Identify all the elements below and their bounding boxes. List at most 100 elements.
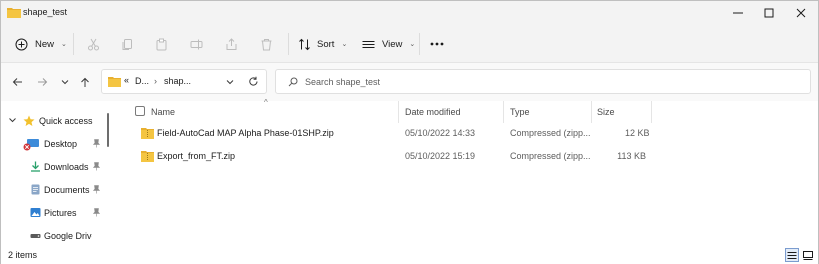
maximize-icon [764, 8, 774, 18]
drive-icon [30, 234, 41, 238]
view-list-icon [362, 40, 375, 48]
sort-button[interactable]: Sort ⌄ [298, 25, 347, 63]
file-row[interactable]: Export_from_FT.zip 05/10/2022 15:19 Comp… [117, 146, 657, 169]
search-icon [288, 77, 298, 87]
sidebar-item-google-drive[interactable]: Google Drive [1, 225, 105, 248]
sidebar-item-label: Quick access [39, 116, 93, 126]
address-segment-parent[interactable]: D... [135, 76, 149, 86]
new-button[interactable]: New ⌄ [15, 25, 67, 63]
status-bar: 2 items [1, 246, 818, 264]
file-size: 12 KB [625, 128, 650, 138]
chevron-down-icon: ⌄ [341, 41, 348, 48]
sidebar-scrollbar[interactable] [107, 113, 109, 147]
column-header-date[interactable]: Date modified [405, 107, 461, 117]
star-icon [23, 115, 35, 126]
file-row[interactable]: Field-AutoCad MAP Alpha Phase-01SHP.zip … [117, 123, 657, 146]
address-segment-current[interactable]: shap... [164, 76, 191, 86]
address-overflow[interactable]: « [124, 75, 129, 85]
delete-icon [261, 38, 272, 50]
window-title: shape_test [23, 7, 68, 17]
details-view-icon [787, 251, 797, 259]
sidebar-item-label: Documents [44, 185, 90, 195]
column-divider[interactable] [503, 101, 504, 123]
pin-icon[interactable] [93, 162, 100, 171]
item-count: 2 items [8, 250, 38, 260]
sidebar-item-label: Pictures [44, 208, 77, 218]
more-options-button[interactable] [430, 25, 444, 63]
pin-icon[interactable] [93, 185, 100, 194]
plus-circle-icon [15, 38, 28, 50]
divider [288, 33, 289, 55]
rename-icon [190, 39, 203, 49]
zip-folder-icon [141, 151, 154, 162]
download-icon [31, 161, 40, 172]
column-divider[interactable] [591, 101, 592, 123]
chevron-down-icon: ⌄ [409, 41, 416, 48]
divider [419, 33, 420, 55]
breadcrumb-separator-icon: › [154, 76, 157, 86]
document-icon [31, 184, 40, 195]
search-input[interactable]: Search shape_test [305, 77, 380, 87]
refresh-icon[interactable] [248, 76, 259, 87]
sort-icon [299, 38, 310, 50]
column-header-type[interactable]: Type [510, 107, 530, 117]
cut-icon [88, 38, 99, 50]
sidebar-item-downloads[interactable]: Downloads [1, 156, 105, 179]
large-icons-view-icon [803, 250, 813, 260]
column-header-name[interactable]: Name [151, 107, 175, 117]
paste-button[interactable] [155, 25, 168, 63]
file-date: 05/10/2022 15:19 [405, 151, 476, 161]
navigation-pane: Quick access Desktop Downloads Documents… [1, 101, 113, 246]
copy-icon [122, 38, 132, 50]
folder-icon [7, 8, 21, 18]
delete-button[interactable] [260, 25, 273, 63]
column-divider[interactable] [398, 101, 399, 123]
sort-label: Sort [317, 38, 335, 50]
column-divider[interactable] [651, 101, 652, 123]
up-button[interactable] [76, 73, 94, 91]
file-name: Field-AutoCad MAP Alpha Phase-01SHP.zip [157, 128, 334, 138]
sidebar-item-pictures[interactable]: Pictures [1, 202, 105, 225]
view-button[interactable]: View ⌄ [362, 25, 415, 63]
arrow-up-icon [81, 77, 89, 87]
column-header-size[interactable]: Size [597, 107, 615, 117]
file-date: 05/10/2022 14:33 [405, 128, 476, 138]
folder-icon [108, 77, 121, 87]
chevron-down-icon[interactable] [9, 118, 16, 123]
arrow-left-icon [12, 78, 22, 86]
file-size: 113 KB [617, 151, 646, 161]
pin-icon[interactable] [93, 208, 100, 217]
sidebar-item-documents[interactable]: Documents [1, 179, 105, 202]
zip-folder-icon [141, 128, 154, 139]
chevron-down-icon[interactable] [226, 79, 234, 85]
maximize-button[interactable] [754, 1, 784, 25]
sidebar-item-label: Downloads [44, 162, 89, 172]
minimize-button[interactable] [723, 1, 753, 25]
picture-icon [30, 208, 41, 217]
rename-button[interactable] [190, 25, 203, 63]
title-bar: shape_test [1, 1, 818, 25]
forward-button[interactable] [33, 73, 51, 91]
desktop-icon [23, 139, 39, 151]
arrow-right-icon [37, 78, 47, 86]
view-label: View [382, 38, 403, 50]
recent-locations-button[interactable] [56, 73, 74, 91]
command-bar: New ⌄ Sort ⌄ View ⌄ [1, 25, 818, 63]
sidebar-item-quick-access[interactable]: Quick access [1, 110, 105, 133]
chevron-down-icon: ⌄ [61, 41, 67, 48]
new-label: New [35, 38, 55, 50]
copy-button[interactable] [121, 25, 134, 63]
details-view-button[interactable] [785, 248, 799, 262]
sidebar-item-label: Desktop [44, 139, 78, 149]
back-button[interactable] [8, 73, 26, 91]
cut-button[interactable] [87, 25, 100, 63]
share-button[interactable] [225, 25, 238, 63]
sidebar-item-label: Google Drive [44, 231, 92, 241]
sidebar-item-desktop[interactable]: Desktop [1, 133, 105, 156]
address-bar[interactable]: « D... › shap... [101, 69, 267, 94]
pin-icon[interactable] [93, 139, 100, 148]
close-button[interactable] [786, 1, 816, 25]
large-icons-view-button[interactable] [801, 248, 815, 262]
file-type: Compressed (zipp... [510, 128, 591, 138]
search-box[interactable]: Search shape_test [275, 69, 811, 94]
